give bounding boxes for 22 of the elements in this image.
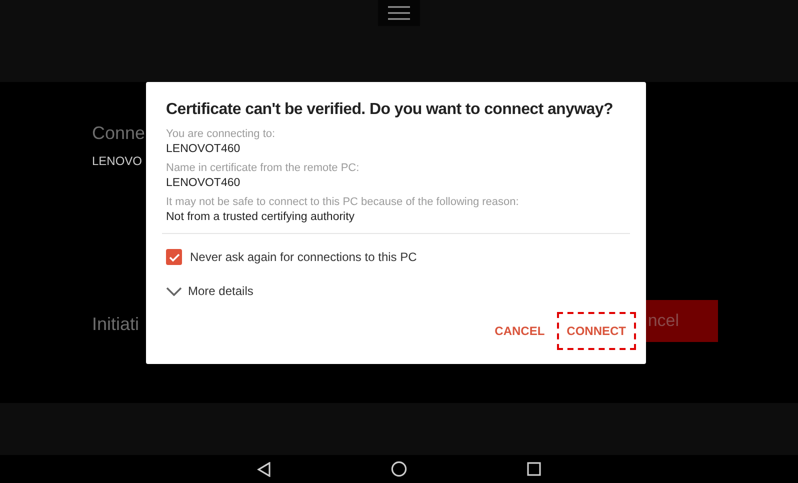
cancel-button[interactable]: CANCEL xyxy=(486,314,553,348)
chevron-icon xyxy=(166,286,182,296)
field-label: You are connecting to: xyxy=(166,127,276,141)
recents-icon[interactable] xyxy=(527,462,541,476)
menu-button[interactable] xyxy=(378,0,420,26)
field-value: Not from a trusted certifying authority xyxy=(166,210,356,225)
never-ask-checkbox[interactable] xyxy=(166,249,182,265)
status-text: Initiati xyxy=(92,313,140,336)
field-label: It may not be safe to connect to this PC because of the following reason: xyxy=(166,195,520,209)
connect-button[interactable]: CONNECT xyxy=(556,312,636,350)
page-heading: Conne xyxy=(92,122,146,145)
field-label: Name in certificate from the remote PC: xyxy=(166,161,360,175)
checkmark-icon xyxy=(168,252,180,262)
back-icon[interactable] xyxy=(257,462,271,476)
pc-name: LENOVO xyxy=(92,153,142,170)
dialog-title: Certificate can't be verified. Do you want to connect anyway? xyxy=(166,100,613,120)
menu-icon xyxy=(387,6,411,20)
checkbox-label: Never ask again for connections to this PC xyxy=(190,249,417,266)
home-icon[interactable] xyxy=(391,461,407,477)
field-value: LENOVOT460 xyxy=(166,142,242,157)
field-value: LENOVOT460 xyxy=(166,176,242,191)
more-details-toggle[interactable]: More details xyxy=(166,282,254,300)
